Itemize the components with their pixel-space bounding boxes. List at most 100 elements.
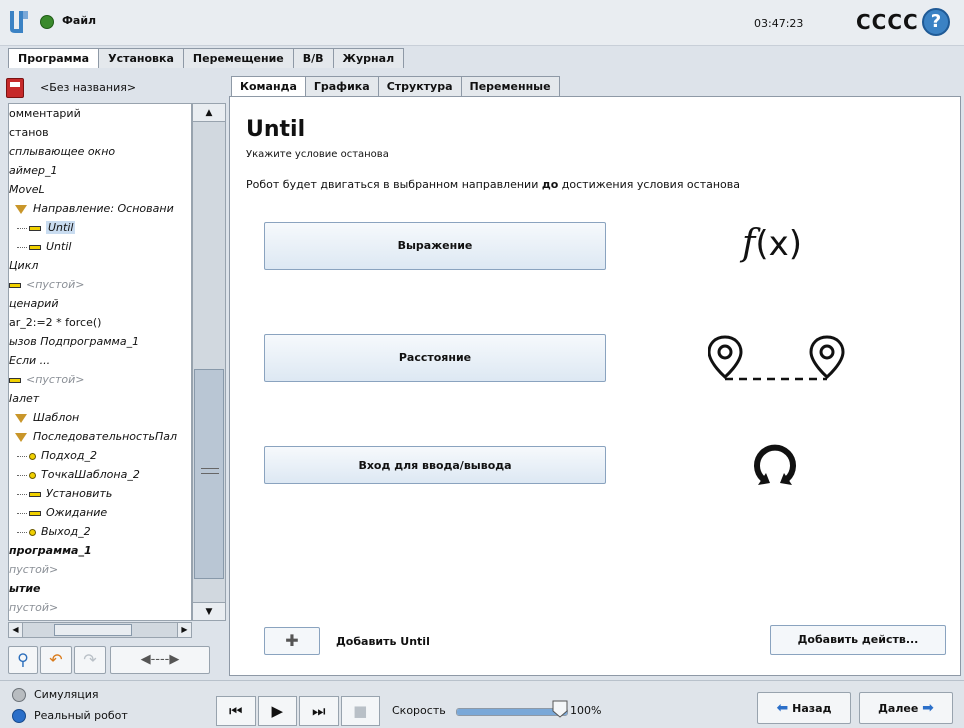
redo-icon[interactable]: ↷ (74, 646, 106, 674)
tree-vertical-scrollbar[interactable]: ▲ ▼ (192, 103, 226, 621)
tree-item[interactable]: ТочкаШаблона_2 (17, 465, 140, 484)
tree-item[interactable]: Направление: Основани (15, 199, 174, 218)
tree-item[interactable]: пустой> (9, 560, 58, 579)
distance-icon (708, 335, 845, 381)
distance-button[interactable]: Расстояние (264, 334, 606, 382)
top-bar: Файл 03:47:23 CCCC ? (0, 0, 964, 46)
waypoint-icon (29, 452, 36, 460)
next-button[interactable]: Далее ➡ (859, 692, 953, 724)
program-header: <Без названия> (6, 76, 220, 100)
tab-installation[interactable]: Установка (98, 48, 184, 68)
tab-move[interactable]: Перемещение (182, 48, 294, 68)
tree-item[interactable]: ПоследовательностьПал (15, 427, 177, 446)
tab-structure[interactable]: Структура (377, 76, 462, 96)
function-icon: f(x) (742, 223, 802, 264)
tree-item[interactable]: Цикл (9, 256, 38, 275)
tree-item[interactable]: сплывающее окно (9, 142, 115, 161)
search-icon[interactable]: ⚲ (8, 646, 38, 674)
scroll-right-icon[interactable]: ▶ (177, 623, 191, 637)
tab-command[interactable]: Команда (231, 76, 306, 96)
speed-value: 100% (570, 704, 602, 717)
scroll-left-icon[interactable]: ◀ (9, 623, 23, 637)
tree-item[interactable]: <пустой> (9, 275, 84, 294)
arrow-right-icon: ➡ (922, 700, 934, 716)
command-subtitle: Укажите условие останова (246, 149, 389, 160)
save-icon[interactable] (6, 78, 24, 98)
tree-item[interactable]: Выход_2 (17, 522, 91, 541)
scroll-up-icon[interactable]: ▲ (193, 104, 225, 122)
tree-item[interactable]: станов (9, 123, 49, 142)
expand-triangle-icon[interactable] (15, 432, 27, 442)
ur-logo-icon (10, 11, 28, 33)
command-marker-icon (29, 225, 41, 231)
add-until-label: Добавить Until (336, 635, 430, 648)
tree-item[interactable]: Шаблон (15, 408, 79, 427)
command-marker-icon (9, 377, 21, 383)
real-robot-option[interactable]: Реальный робот (12, 706, 128, 726)
tree-item[interactable]: аймер_1 (9, 161, 57, 180)
speed-slider-knob[interactable] (552, 700, 568, 718)
tree-item[interactable]: MoveL (9, 180, 45, 199)
command-marker-icon (29, 244, 41, 250)
back-button[interactable]: ⬅ Назад (757, 692, 851, 724)
command-marker-icon (29, 491, 41, 497)
tree-item[interactable]: Установить (17, 484, 112, 503)
command-marker-icon (29, 510, 41, 516)
tree-toolbar: ⚲ ↶ ↷ ◀----▶ (8, 644, 226, 676)
tab-io[interactable]: В/В (292, 48, 334, 68)
tab-program[interactable]: Программа (8, 48, 100, 68)
tab-graphics[interactable]: Графика (304, 76, 379, 96)
tree-item[interactable]: ценарий (9, 294, 58, 313)
play-icon[interactable]: ▶ (257, 696, 297, 726)
tree-item[interactable]: омментарий (9, 104, 81, 123)
speed-label: Скорость (392, 704, 446, 717)
tab-log[interactable]: Журнал (332, 48, 405, 68)
arrow-left-icon: ⬅ (776, 700, 789, 716)
io-input-button[interactable]: Вход для ввода/вывода (264, 446, 606, 484)
tab-variables[interactable]: Переменные (460, 76, 560, 96)
clock: 03:47:23 (754, 17, 804, 30)
tree-item[interactable]: Если ... (9, 351, 50, 370)
waypoint-icon (29, 528, 36, 536)
skip-to-start-icon[interactable]: ⏮ (216, 696, 256, 726)
waypoint-icon (29, 471, 36, 479)
tree-item[interactable]: Until (17, 237, 71, 256)
hscroll-thumb[interactable] (54, 624, 132, 636)
command-tabs: Команда Графика Структура Переменные (231, 76, 560, 96)
tree-item[interactable]: ar_2:=2 * force() (9, 313, 101, 332)
program-tree: омментарий станов сплывающее окно аймер_… (8, 103, 192, 621)
tree-horizontal-scrollbar[interactable]: ◀ ▶ (8, 622, 192, 638)
move-updown-icon[interactable]: ◀----▶ (110, 646, 210, 674)
step-icon[interactable]: ⏭ (299, 696, 339, 726)
main-tabs: Программа Установка Перемещение В/В Журн… (8, 48, 405, 68)
file-menu[interactable]: Файл (62, 14, 96, 27)
tree-item[interactable]: ызов Подпрограмма_1 (9, 332, 139, 351)
add-until-button[interactable]: ✚ (264, 627, 320, 655)
command-description: Робот будет двигаться в выбранном направ… (246, 178, 741, 191)
help-icon[interactable]: ? (922, 8, 950, 36)
io-connector-icon (754, 444, 796, 485)
command-panel: Until Укажите условие останова Робот буд… (229, 96, 961, 676)
radio-off-icon[interactable] (12, 688, 26, 702)
expand-triangle-icon[interactable] (15, 204, 27, 214)
tree-item[interactable]: Іалет (9, 389, 39, 408)
undo-icon[interactable]: ↶ (40, 646, 72, 674)
scroll-down-icon[interactable]: ▼ (193, 602, 225, 620)
tree-item[interactable]: Ожидание (17, 503, 107, 522)
stop-icon[interactable]: ■ (340, 696, 380, 726)
tree-item[interactable]: пустой> (9, 598, 58, 617)
scroll-thumb[interactable] (194, 369, 224, 579)
tree-item[interactable]: <пустой> (9, 370, 84, 389)
program-name: <Без названия> (40, 81, 137, 94)
expression-button[interactable]: Выражение (264, 222, 606, 270)
radio-on-icon[interactable] (12, 709, 26, 723)
playback-controls: ⏮ ▶ ⏭ ■ (216, 696, 380, 726)
tree-item[interactable]: ытие (9, 579, 41, 598)
tree-item[interactable]: программа_1 (9, 541, 92, 560)
tree-item-selected[interactable]: Until (17, 218, 76, 237)
add-action-button[interactable]: Добавить действ... (770, 625, 946, 655)
simulation-option[interactable]: Симуляция (12, 685, 99, 705)
expand-triangle-icon[interactable] (15, 413, 27, 423)
tree-item[interactable]: Подход_2 (17, 446, 97, 465)
file-icon[interactable] (40, 15, 54, 29)
